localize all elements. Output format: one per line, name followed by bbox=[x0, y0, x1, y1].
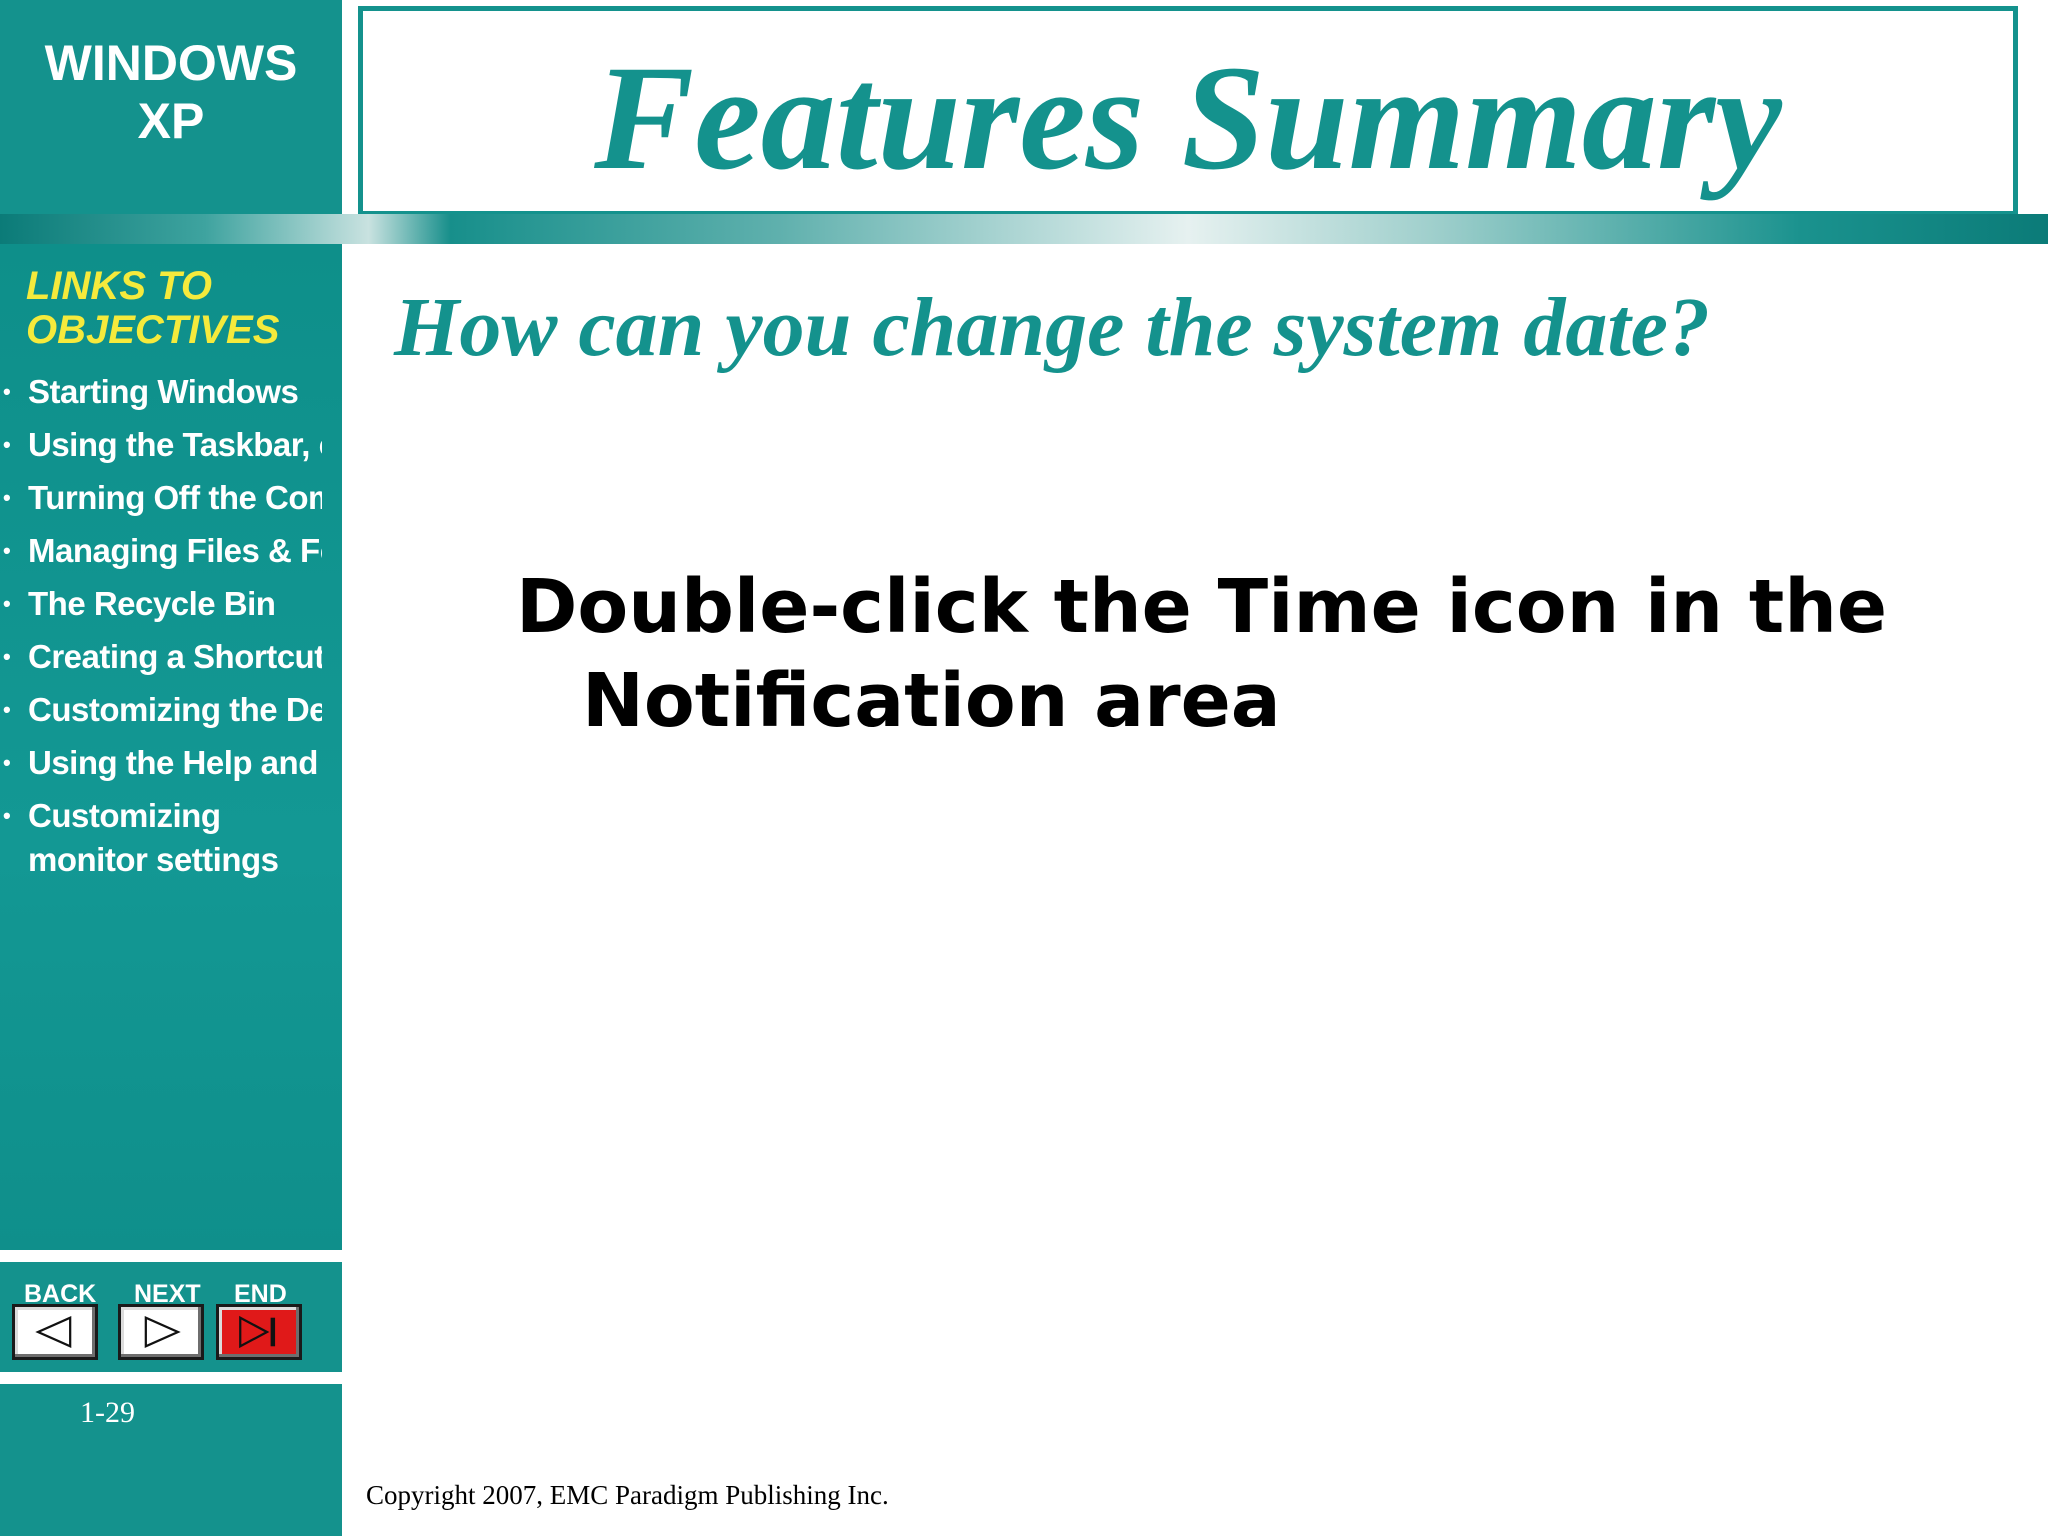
objective-label: Managing Files & Fol bbox=[28, 532, 322, 569]
end-button[interactable] bbox=[216, 1304, 302, 1360]
objective-link-monitor-settings[interactable]: • Customizing monitor settings bbox=[0, 794, 322, 882]
title-box: Features Summary bbox=[358, 6, 2018, 216]
header-divider-band bbox=[0, 214, 2048, 244]
next-arrow-icon bbox=[144, 1315, 181, 1349]
page-number-panel: 1-29 bbox=[0, 1384, 342, 1536]
objectives-heading: LINKS TO OBJECTIVES bbox=[26, 264, 336, 352]
objective-label: Creating a Shortcut bbox=[28, 638, 322, 675]
objectives-sidebar: LINKS TO OBJECTIVES • Starting Windows • U… bbox=[0, 244, 342, 1250]
brand-line-2: XP bbox=[137, 93, 205, 149]
bullet-icon: • bbox=[3, 379, 11, 404]
question-heading: How can you change the system date? bbox=[394, 281, 1710, 374]
objective-link-turning-off[interactable]: • Turning Off the Comp bbox=[0, 476, 322, 520]
slide-title: Features Summary bbox=[594, 35, 1782, 201]
answer-text: Double-click the Time icon in the Notifi… bbox=[516, 564, 1888, 744]
objective-link-help-support[interactable]: • Using the Help and S bbox=[0, 741, 322, 785]
back-button[interactable] bbox=[12, 1304, 98, 1360]
back-arrow-icon bbox=[35, 1315, 72, 1349]
objective-label: Starting Windows bbox=[28, 373, 299, 410]
objective-link-shortcut[interactable]: • Creating a Shortcut bbox=[0, 635, 322, 679]
end-arrow-icon bbox=[239, 1315, 276, 1349]
objective-label: Customizing the Des bbox=[28, 691, 322, 728]
objective-link-taskbar[interactable]: • Using the Taskbar, op bbox=[0, 423, 322, 467]
brand-panel: WINDOWS XP bbox=[0, 0, 342, 214]
objectives-heading-line-2: OBJECTIVES bbox=[26, 308, 280, 352]
objectives-list: • Starting Windows • Using the Taskbar, op… bbox=[0, 370, 322, 891]
bullet-icon: • bbox=[3, 644, 11, 669]
bullet-icon: • bbox=[3, 538, 11, 563]
objective-label: Using the Taskbar, op bbox=[28, 426, 322, 463]
copyright-notice: Copyright 2007, EMC Paradigm Publishing … bbox=[366, 1480, 889, 1510]
objective-link-starting-windows[interactable]: • Starting Windows bbox=[0, 370, 322, 414]
objective-label: Turning Off the Comp bbox=[28, 479, 322, 516]
objective-label: The Recycle Bin bbox=[28, 585, 276, 622]
next-button[interactable] bbox=[118, 1304, 204, 1360]
bullet-icon: • bbox=[3, 750, 11, 775]
bullet-icon: • bbox=[3, 485, 11, 510]
objective-link-customizing-desktop[interactable]: • Customizing the Des bbox=[0, 688, 322, 732]
page-number: 1-29 bbox=[80, 1396, 135, 1429]
brand-line-1: WINDOWS bbox=[44, 35, 298, 91]
bullet-icon: • bbox=[3, 803, 11, 828]
objective-label: Customizing monitor settings bbox=[28, 797, 279, 878]
bullet-icon: • bbox=[3, 432, 11, 457]
objective-link-managing-files[interactable]: • Managing Files & Fol bbox=[0, 529, 322, 573]
objectives-heading-line-1: LINKS TO bbox=[26, 264, 212, 308]
navigation-panel: BACK NEXT END bbox=[0, 1262, 342, 1372]
objective-link-recycle-bin[interactable]: • The Recycle Bin bbox=[0, 582, 322, 626]
brand-logo: WINDOWS XP bbox=[0, 34, 342, 150]
bullet-icon: • bbox=[3, 591, 11, 616]
objective-label: Using the Help and S bbox=[28, 744, 322, 781]
bullet-icon: • bbox=[3, 697, 11, 722]
